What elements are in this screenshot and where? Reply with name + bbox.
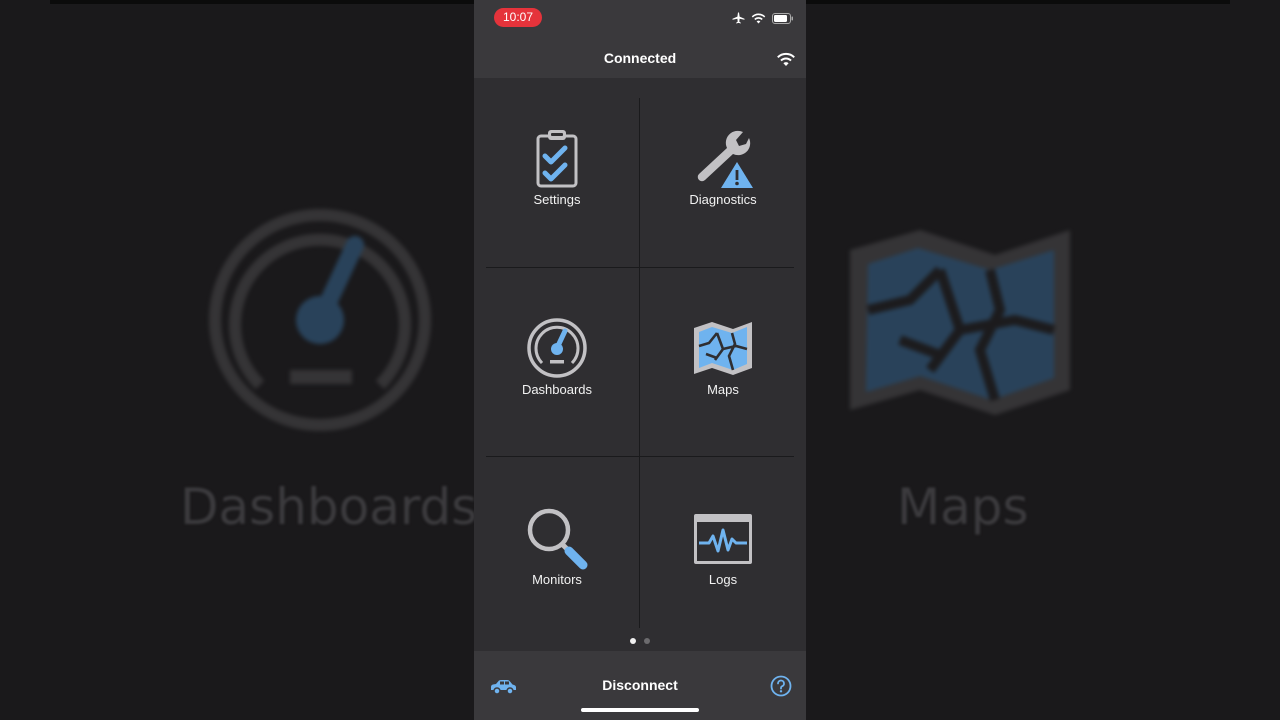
menu-item-label: Dashboards [521,382,593,397]
map-icon [694,322,752,375]
background-map-icon [850,230,1070,415]
menu-item-diagnostics[interactable]: Diagnostics [640,78,806,266]
waveform-window-icon [694,514,752,564]
status-bar: 10:07 [474,0,806,38]
phone-screen: 10:07 Connected Settings Diagnostics Das… [474,0,806,720]
background-gauge-icon [209,209,431,431]
menu-item-logs[interactable]: Logs [640,458,806,646]
help-icon[interactable] [770,675,792,697]
status-icons [732,12,794,24]
menu-item-monitors[interactable]: Monitors [474,458,640,646]
page-dot-1[interactable] [630,638,636,644]
menu-item-label: Logs [708,572,738,587]
menu-grid: Settings Diagnostics Dashboards Maps Mon… [474,78,806,651]
disconnect-button[interactable]: Disconnect [474,677,806,693]
menu-item-label: Maps [707,382,739,397]
connection-status-title: Connected [603,50,677,66]
battery-icon [772,12,793,24]
airplane-icon [732,12,745,24]
clipboard-check-icon [536,130,578,188]
nav-bar: Connected [474,38,806,78]
bottom-bar: Disconnect [474,651,806,720]
wifi-icon [751,13,766,23]
menu-item-label: Settings [533,192,581,207]
page-dot-2[interactable] [644,638,650,644]
menu-item-settings[interactable]: Settings [474,78,640,266]
menu-item-maps[interactable]: Maps [640,268,806,456]
home-indicator[interactable] [581,708,699,712]
menu-item-label: Diagnostics [689,192,757,207]
status-time[interactable]: 10:07 [494,8,542,27]
gauge-icon [527,318,587,378]
background-dashboards-label: Dashboards [180,478,478,536]
magnifier-icon [527,508,588,570]
grid-divider-horizontal [486,456,794,457]
background-maps-label: Maps [897,478,1029,536]
wifi-icon[interactable] [776,51,796,67]
menu-item-label: Monitors [532,572,582,587]
page-indicator[interactable] [474,638,806,644]
wrench-warning-icon [697,130,753,188]
menu-item-dashboards[interactable]: Dashboards [474,268,640,456]
